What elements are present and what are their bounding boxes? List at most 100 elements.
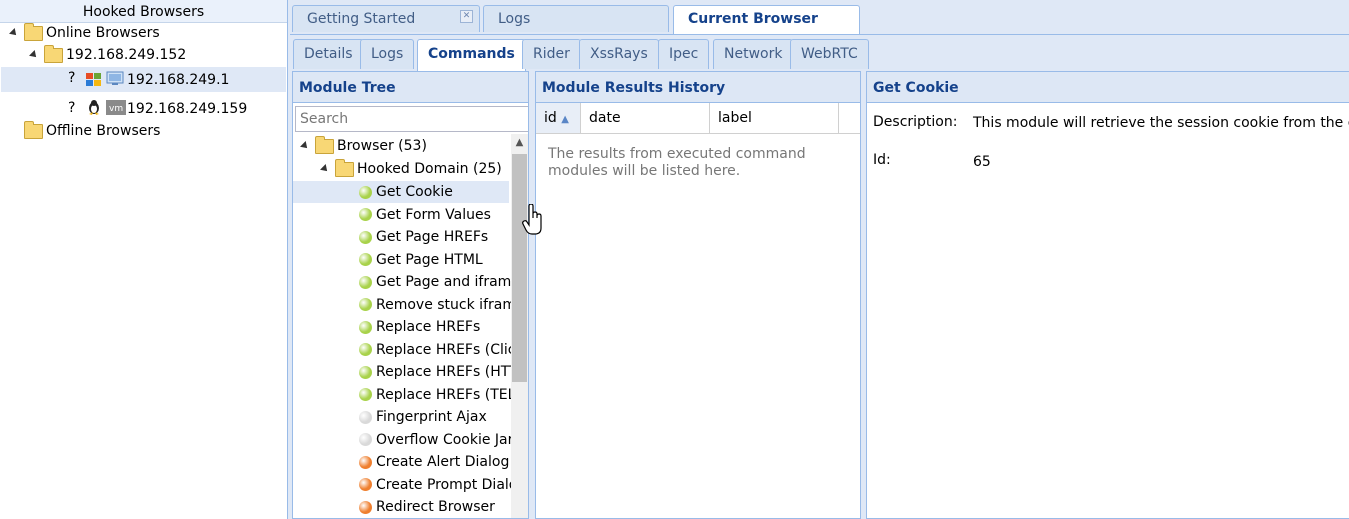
scroll-up-icon[interactable]: ▲ bbox=[511, 134, 528, 151]
status-dot-icon bbox=[359, 455, 372, 469]
expand-arrow-icon[interactable] bbox=[320, 164, 330, 174]
subtab-rider[interactable]: Rider bbox=[522, 39, 581, 69]
unknown-os-icon: ? bbox=[68, 70, 76, 86]
tab-logs[interactable]: Logs bbox=[483, 5, 669, 32]
hand-cursor-icon bbox=[522, 203, 544, 238]
sort-asc-icon: ▲ bbox=[561, 114, 569, 125]
windows-icon bbox=[86, 72, 101, 86]
host-node[interactable]: 192.168.249.152 bbox=[29, 44, 187, 66]
host-ip-label: 192.168.249.152 bbox=[66, 47, 187, 63]
module-label: Get Form Values bbox=[376, 206, 491, 223]
folder-icon bbox=[315, 135, 334, 154]
column-id[interactable]: id ▲ bbox=[536, 103, 581, 133]
hooked-browsers-title: Hooked Browsers bbox=[0, 0, 287, 23]
category-hooked-domain[interactable]: Hooked Domain (25) bbox=[320, 158, 502, 180]
module-item[interactable]: Replace HREFs bbox=[293, 316, 509, 338]
module-item[interactable]: Get Page HREFs bbox=[293, 226, 509, 248]
online-browsers-label: Online Browsers bbox=[46, 25, 160, 41]
category-browser[interactable]: Browser (53) bbox=[300, 135, 427, 157]
close-icon[interactable]: ✕ bbox=[460, 10, 473, 23]
description-value: This module will retrieve the session co… bbox=[973, 115, 1349, 131]
status-dot-icon bbox=[359, 275, 372, 289]
browser-sub-tab-bar: Details Logs Commands Rider XssRays Ipec… bbox=[290, 34, 1349, 72]
browser-node-selected[interactable]: ? 192.168.249.1 bbox=[1, 67, 286, 92]
module-item[interactable]: Replace HREFs (TEL bbox=[293, 384, 515, 406]
results-grid-header: id ▲ date label bbox=[536, 103, 860, 134]
status-dot-icon bbox=[359, 208, 372, 221]
results-empty-message: The results from executed command module… bbox=[548, 146, 806, 179]
subtab-commands[interactable]: Commands bbox=[417, 39, 526, 72]
module-item[interactable]: Create Alert Dialog bbox=[293, 451, 509, 473]
vm-icon: vm bbox=[106, 100, 126, 115]
folder-icon bbox=[44, 44, 63, 63]
status-dot-icon bbox=[359, 320, 372, 334]
module-tree-panel: Module Tree Search Browser (53) Hooked D… bbox=[292, 71, 529, 519]
folder-icon bbox=[24, 22, 43, 41]
module-item[interactable]: Create Prompt Dialog bbox=[293, 474, 526, 496]
scrollbar-thumb[interactable] bbox=[512, 154, 527, 382]
module-label: Replace HREFs bbox=[376, 319, 481, 335]
module-results-panel: Module Results History id ▲ date label T… bbox=[535, 71, 861, 519]
status-dot-icon bbox=[359, 410, 372, 424]
detail-title: Get Cookie bbox=[867, 72, 1349, 103]
folder-icon bbox=[24, 120, 43, 139]
browser-icon bbox=[106, 71, 124, 86]
tab-getting-started[interactable]: Getting Started ✕ bbox=[292, 5, 480, 32]
category-label: Browser (53) bbox=[337, 138, 427, 154]
subtab-details[interactable]: Details bbox=[293, 39, 364, 69]
id-value: 65 bbox=[973, 154, 991, 170]
expand-arrow-icon[interactable] bbox=[9, 28, 19, 38]
folder-icon bbox=[335, 158, 354, 177]
results-title: Module Results History bbox=[536, 72, 860, 103]
module-label: Redirect Browser bbox=[376, 499, 495, 515]
module-label: Create Prompt Dialog bbox=[376, 476, 527, 493]
tab-label: Current Browser bbox=[688, 11, 818, 27]
subtab-ipec[interactable]: Ipec bbox=[658, 39, 710, 69]
module-item[interactable]: Replace HREFs (Click bbox=[293, 339, 524, 361]
status-dot-icon bbox=[359, 365, 372, 379]
column-label[interactable]: label bbox=[710, 103, 839, 133]
module-item[interactable]: Redirect Browser bbox=[293, 496, 509, 518]
browser-node[interactable]: ? vm 192.168.249.159 bbox=[1, 97, 286, 119]
module-tree-title: Module Tree bbox=[293, 72, 528, 103]
module-label: Replace HREFs (HTT bbox=[376, 364, 518, 380]
module-item[interactable]: Get Cookie bbox=[293, 181, 509, 203]
subtab-webrtc[interactable]: WebRTC bbox=[790, 39, 869, 69]
module-search-input[interactable]: Search bbox=[295, 106, 528, 132]
status-dot-icon bbox=[359, 343, 372, 356]
expand-arrow-icon[interactable] bbox=[29, 50, 39, 60]
module-label: Get Page HREFs bbox=[376, 229, 489, 245]
module-item[interactable]: Replace HREFs (HTT bbox=[293, 361, 518, 383]
online-browsers-node[interactable]: Online Browsers bbox=[9, 22, 160, 44]
status-dot-icon bbox=[359, 185, 372, 199]
tab-label: Getting Started bbox=[307, 11, 416, 27]
module-label: Create Alert Dialog bbox=[376, 454, 510, 470]
module-label: Get Cookie bbox=[376, 184, 453, 200]
subtab-network[interactable]: Network bbox=[713, 39, 794, 69]
module-item[interactable]: Remove stuck iframe bbox=[293, 294, 525, 316]
module-label: Replace HREFs (TEL bbox=[376, 386, 516, 403]
main-tab-bar: Getting Started ✕ Logs Current Browser bbox=[290, 0, 1349, 34]
subtab-xssrays[interactable]: XssRays bbox=[579, 39, 659, 69]
tab-current-browser[interactable]: Current Browser bbox=[673, 5, 860, 34]
module-item[interactable]: Overflow Cookie Jar bbox=[293, 429, 513, 451]
module-item[interactable]: Get Page HTML bbox=[293, 249, 509, 271]
module-detail-panel: Get Cookie Description: This module will… bbox=[866, 71, 1349, 519]
module-item[interactable]: Get Page and iframe bbox=[293, 271, 520, 293]
description-label: Description: bbox=[873, 114, 958, 130]
expand-arrow-icon[interactable] bbox=[300, 141, 310, 151]
module-item[interactable]: Get Form Values bbox=[293, 204, 509, 226]
status-dot-icon bbox=[359, 500, 372, 514]
linux-icon bbox=[87, 99, 101, 115]
subtab-logs[interactable]: Logs bbox=[360, 39, 415, 69]
module-label: Get Page HTML bbox=[376, 251, 483, 268]
column-date[interactable]: date bbox=[581, 103, 710, 133]
unknown-os-icon: ? bbox=[68, 100, 76, 116]
offline-browsers-node[interactable]: Offline Browsers bbox=[24, 120, 160, 142]
status-dot-icon bbox=[359, 298, 372, 311]
category-label: Hooked Domain (25) bbox=[357, 161, 502, 177]
browser-ip-label: 192.168.249.159 bbox=[127, 101, 248, 117]
module-item[interactable]: Fingerprint Ajax bbox=[293, 406, 509, 428]
module-tree-scrollbar[interactable]: ▲ bbox=[511, 134, 528, 518]
module-label: Remove stuck iframe bbox=[376, 296, 525, 313]
